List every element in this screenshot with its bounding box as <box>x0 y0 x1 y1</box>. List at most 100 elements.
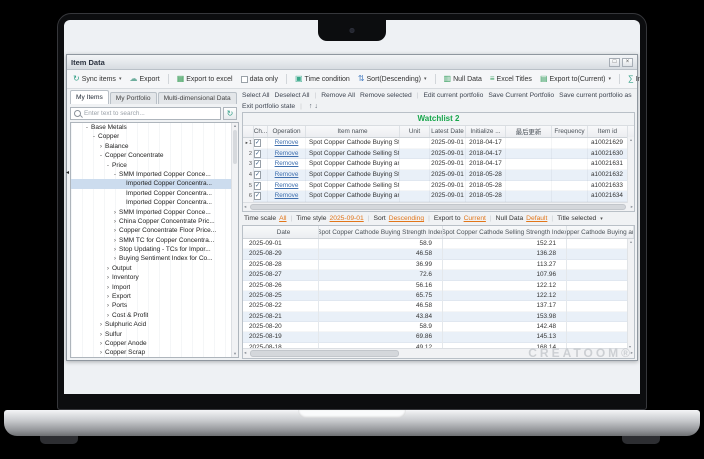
tree-expand-icon[interactable]: › <box>104 311 112 320</box>
tree-item[interactable]: › Export <box>71 292 231 301</box>
tree-item[interactable]: › Ports <box>71 301 231 310</box>
tree-expand-icon[interactable]: › <box>104 283 112 292</box>
tree-item[interactable]: › Buying Sentiment Index for Co... <box>71 254 231 263</box>
column-header-selling-index[interactable]: Spot Copper Cathode Selling Strength Ind… <box>443 226 567 238</box>
tree-expand-icon[interactable]: › <box>97 320 105 329</box>
tree-expand-icon[interactable] <box>118 198 126 207</box>
column-header-latest-date[interactable]: Latest Date <box>430 126 466 137</box>
portfolio-action-link[interactable]: Select All <box>242 90 270 101</box>
remove-link[interactable]: Remove <box>268 181 305 192</box>
tree-item[interactable]: Imported Copper Concentra... <box>71 179 231 188</box>
tree-expand-icon[interactable]: - <box>90 132 98 141</box>
tab[interactable]: My Portfolio <box>110 92 157 104</box>
portfolio-action-link[interactable]: Remove All <box>321 90 355 101</box>
tree-item[interactable]: - Price <box>71 161 231 170</box>
toolbar-item[interactable]: ▣ Time condition <box>295 75 350 83</box>
scroll-up-icon[interactable]: ▴ <box>232 123 238 129</box>
remove-link[interactable]: Remove <box>268 159 305 170</box>
tree-expand-icon[interactable]: › <box>111 217 119 226</box>
tree-expand-icon[interactable]: - <box>104 161 112 170</box>
row-checkbox[interactable]: ✓ <box>254 160 261 168</box>
data-control-link[interactable]: Default <box>526 215 547 222</box>
column-header-item-id[interactable]: Item id <box>588 126 628 137</box>
tree-expand-icon[interactable]: › <box>97 348 105 357</box>
toolbar-item[interactable]: ▥ Null Data <box>444 75 482 83</box>
exit-portfolio-state-link[interactable]: Exit portfolio state <box>242 101 295 112</box>
sort-ascending-icon[interactable]: ↑ <box>309 101 313 112</box>
toolbar-item[interactable]: ≡ Excel Titles <box>490 75 532 83</box>
scrollbar-thumb[interactable] <box>250 350 399 357</box>
toolbar-item[interactable]: data only <box>241 74 287 84</box>
watchlist-vertical-scrollbar[interactable]: ▴ <box>627 137 634 203</box>
portfolio-action-link[interactable]: Save Current Portfolio <box>488 90 554 101</box>
tree-item[interactable]: - Copper <box>71 132 231 141</box>
search-input[interactable]: Enter text to search... <box>70 107 221 120</box>
tree-expand-icon[interactable]: - <box>111 170 119 179</box>
toolbar-item[interactable]: ☁ Export <box>129 74 168 84</box>
tree-expand-icon[interactable] <box>118 189 126 198</box>
column-header-unit[interactable]: Unit <box>400 126 430 137</box>
tree-item[interactable]: › Import <box>71 283 231 292</box>
tree-item[interactable]: › Cost & Profit <box>71 311 231 320</box>
panel-collapse-handle[interactable]: ◂ <box>66 169 69 176</box>
toolbar-item[interactable]: ↻ Sync items ▾ <box>73 75 121 83</box>
tree-item[interactable]: › Copper Concentrate Floor Price... <box>71 226 231 235</box>
tree-item[interactable]: › Copper Scrap <box>71 348 231 357</box>
row-checkbox[interactable]: ✓ <box>254 150 261 158</box>
tree-item[interactable]: › Copper Anode <box>71 339 231 348</box>
column-header-date[interactable]: Date <box>243 226 319 238</box>
tree-expand-icon[interactable] <box>118 179 126 188</box>
column-header-buying-index[interactable]: Spot Copper Cathode Buying Strength Inde… <box>319 226 443 238</box>
remove-link[interactable]: Remove <box>268 170 305 181</box>
tree-item[interactable]: › China Copper Concentrate Pric... <box>71 217 231 226</box>
tree-expand-icon[interactable]: › <box>111 254 119 263</box>
data-table-vertical-scrollbar[interactable]: ▴▾ <box>627 239 634 349</box>
tree-item[interactable]: Imported Copper Concentra... <box>71 189 231 198</box>
tree-expand-icon[interactable]: › <box>97 142 105 151</box>
row-checkbox[interactable]: ✓ <box>254 171 261 179</box>
tree-expand-icon[interactable]: › <box>111 208 119 217</box>
portfolio-action-link[interactable]: Deselect All <box>275 90 310 101</box>
tree-item[interactable]: › Inventory <box>71 273 231 282</box>
tree-expand-icon[interactable]: › <box>104 264 112 273</box>
remove-link[interactable]: Remove <box>268 138 305 149</box>
tree-item[interactable]: - SMM Imported Copper Conce... <box>71 170 231 179</box>
tree-expand-icon[interactable]: › <box>97 339 105 348</box>
refresh-button[interactable]: ↻ <box>223 107 237 120</box>
tree-expand-icon[interactable]: › <box>111 226 119 235</box>
close-button[interactable]: × <box>622 58 633 67</box>
portfolio-action-link[interactable]: Edit current portfolio <box>423 90 483 101</box>
toolbar-item[interactable]: ⇅ Sort(Descending) ▾ <box>358 74 436 84</box>
tree-item[interactable]: › Balance <box>71 142 231 151</box>
tree-expand-icon[interactable]: › <box>104 273 112 282</box>
data-control-link[interactable]: 2025-09-01 <box>330 215 364 222</box>
column-header-buying-selling-index[interactable]: Spot Copper Cathode Buying and Sellin <box>567 226 634 238</box>
scroll-left-icon[interactable]: ◂ <box>244 204 246 210</box>
tab[interactable]: My Items <box>70 90 109 104</box>
row-checkbox[interactable]: ✓ <box>254 182 261 190</box>
column-header-last-updated[interactable]: 最后更新 <box>506 126 552 137</box>
row-checkbox[interactable]: ✓ <box>254 139 261 147</box>
tab[interactable]: Multi-dimensional Data <box>158 92 237 104</box>
column-header-check[interactable]: Ch... <box>254 126 268 137</box>
tree-item[interactable]: › Output <box>71 264 231 273</box>
sort-descending-icon[interactable]: ↓ <box>314 101 318 112</box>
data-control-link[interactable]: Current <box>464 215 486 222</box>
tree-item[interactable]: - Base Metals <box>71 123 231 132</box>
tree-expand-icon[interactable]: › <box>111 236 119 245</box>
tree-item[interactable]: Imported Copper Concentra... <box>71 198 231 207</box>
tree-expand-icon[interactable]: › <box>111 245 119 254</box>
tree-item[interactable]: › Stop Updating - TCs for Impor... <box>71 245 231 254</box>
tree-expand-icon[interactable]: › <box>97 330 105 339</box>
toolbar-item[interactable]: ∑ Index computation ▾ <box>628 75 640 83</box>
scroll-right-icon[interactable]: ▸ <box>631 204 633 210</box>
tree-expand-icon[interactable]: - <box>83 123 91 132</box>
tree-item[interactable]: › Sulfur <box>71 330 231 339</box>
tree-vertical-scrollbar[interactable]: ▴ ▾ <box>231 123 238 357</box>
tree-item[interactable]: › SMM TC for Copper Concentra... <box>71 236 231 245</box>
column-header-operation[interactable]: Operation <box>268 126 306 137</box>
data-control-link[interactable]: All <box>279 215 286 222</box>
tree-expand-icon[interactable]: › <box>104 292 112 301</box>
scroll-down-icon[interactable]: ▾ <box>232 351 238 357</box>
scroll-left-icon[interactable]: ◂ <box>244 350 246 356</box>
